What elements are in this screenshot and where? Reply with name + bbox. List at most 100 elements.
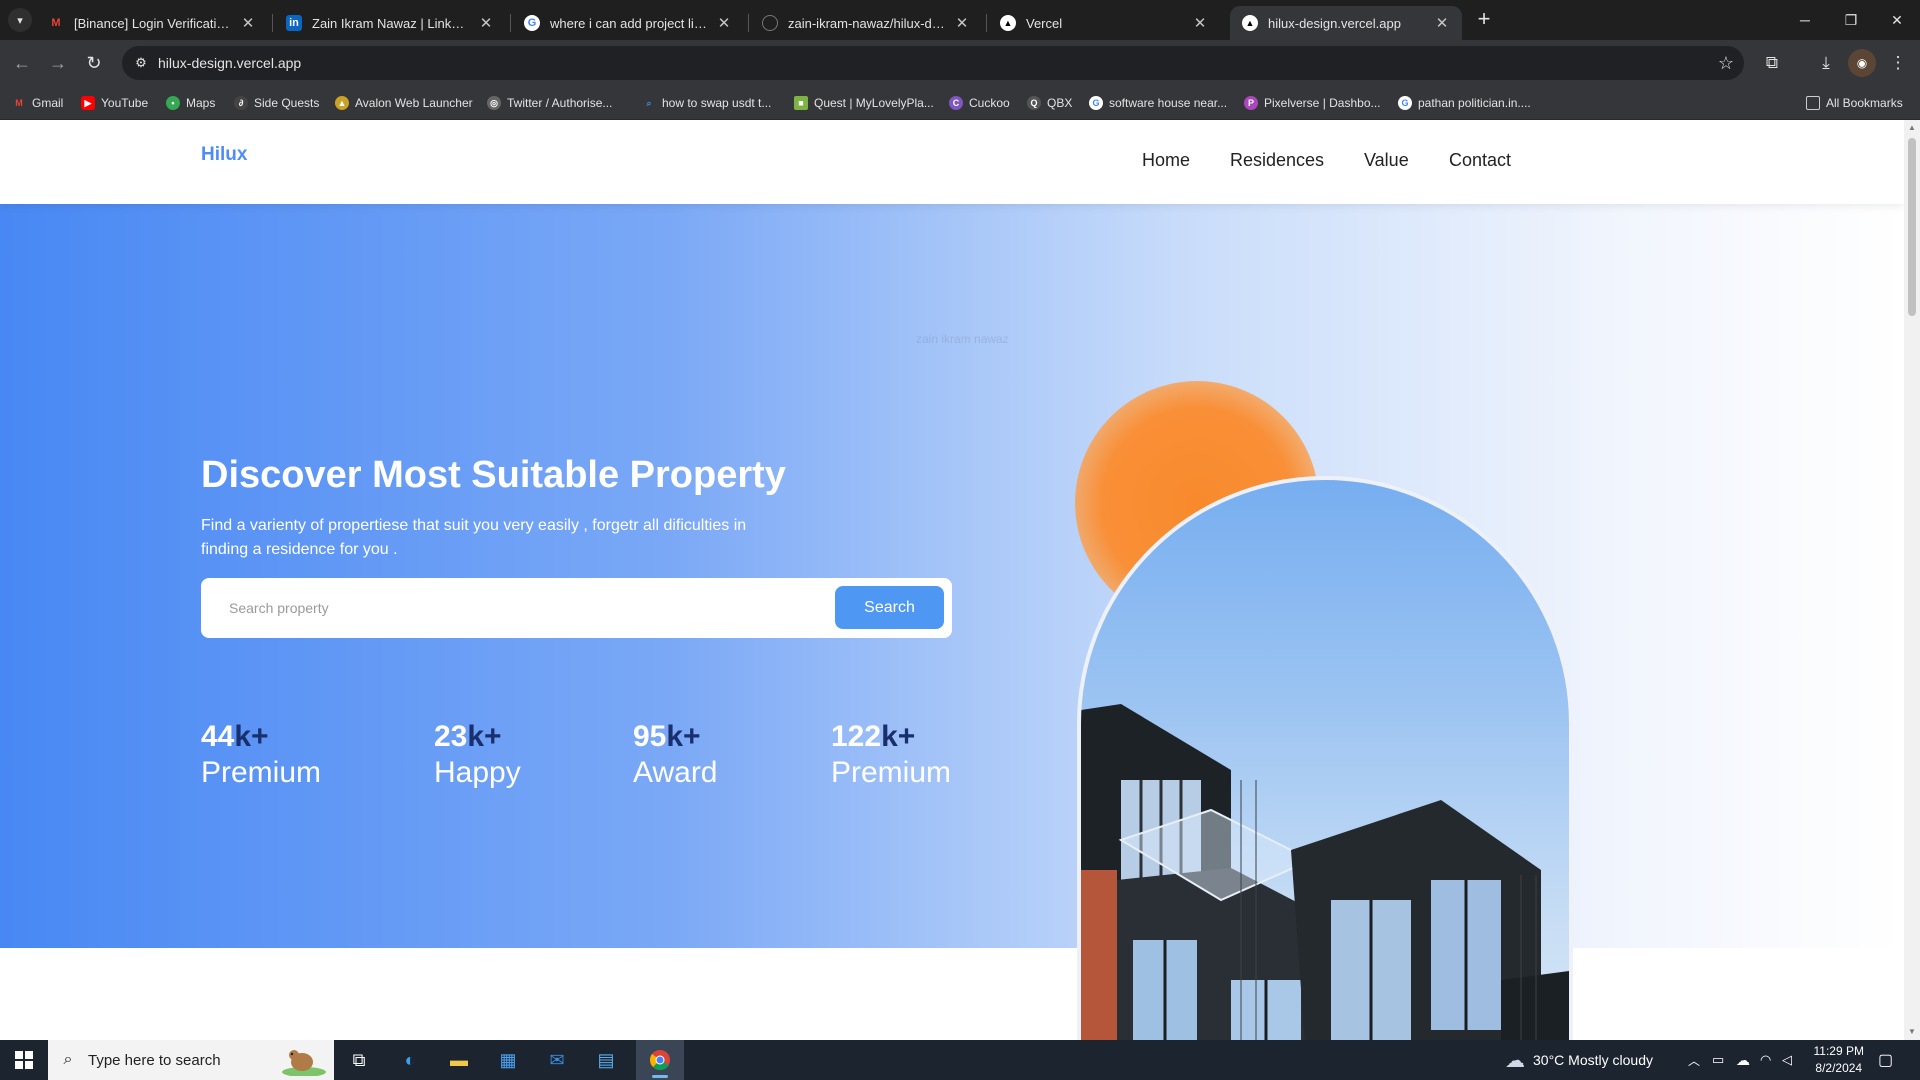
building-illustration (1081, 704, 1569, 1040)
search-property-input[interactable] (219, 588, 799, 628)
scroll-down-arrow-icon[interactable]: ▼ (1904, 1024, 1920, 1040)
app-icon[interactable]: ▤ (582, 1040, 630, 1080)
nav-contact[interactable]: Contact (1449, 150, 1511, 171)
browser-tab[interactable]: M [Binance] Login Verification - 20 ✕ (36, 6, 268, 40)
pixelverse-icon: P (1244, 96, 1258, 110)
windows-start-icon[interactable] (0, 1040, 48, 1080)
weather-text: 30°C Mostly cloudy (1533, 1052, 1653, 1068)
search-icon: ⌕ (646, 97, 652, 108)
menu-kebab-icon[interactable]: ⋮ (1884, 49, 1912, 77)
scroll-up-arrow-icon[interactable]: ▲ (1904, 120, 1920, 136)
close-icon[interactable]: ✕ (1192, 14, 1208, 32)
onedrive-icon[interactable]: ☁ (1736, 1040, 1750, 1080)
search-bar: Search (201, 578, 952, 638)
close-icon[interactable]: ✕ (954, 14, 970, 32)
bookmark-maps[interactable]: • Maps (166, 86, 215, 120)
clock-time: 11:29 PM (1813, 1044, 1864, 1058)
nav-value[interactable]: Value (1364, 150, 1409, 171)
bookmark-label: Avalon Web Launcher (355, 96, 473, 110)
hero-section: zain ikram nawaz Discover Most Suitable … (0, 204, 1904, 1040)
chrome-icon[interactable] (636, 1040, 684, 1080)
search-button[interactable]: Search (835, 586, 944, 629)
network-icon[interactable]: ◠ (1760, 1040, 1771, 1080)
close-window-button[interactable]: ✕ (1874, 6, 1920, 34)
page-scrollbar[interactable]: ▲ ▼ (1904, 120, 1920, 1040)
google-icon: G (1398, 96, 1412, 110)
bookmark-quest[interactable]: ■ Quest | MyLovelyPla... (794, 86, 934, 120)
bookmark-star-icon[interactable]: ☆ (1718, 50, 1734, 76)
mail-icon[interactable]: ✉ (533, 1040, 581, 1080)
nav-residences[interactable]: Residences (1230, 150, 1324, 171)
bookmark-swap[interactable]: ⌕ how to swap usdt t... (642, 86, 771, 120)
bookmark-label: Maps (186, 96, 216, 110)
browser-tab-active[interactable]: ▲ hilux-design.vercel.app ✕ (1230, 6, 1462, 40)
site-logo[interactable]: Hilux (201, 144, 247, 166)
nav-home[interactable]: Home (1142, 150, 1190, 171)
meet-now-icon[interactable]: ▭ (1712, 1040, 1724, 1080)
tab-strip: ▾ M [Binance] Login Verification - 20 ✕ … (0, 0, 1920, 40)
tray-chevron-icon[interactable]: ︿ (1688, 1040, 1700, 1080)
bookmark-label: software house near... (1109, 96, 1228, 110)
browser-toolbar: ← → ↻ ⚙ hilux-design.vercel.app ☆ ⧉ ⤓ ◉ … (0, 40, 1920, 86)
back-arrow-icon[interactable]: ← (8, 49, 36, 77)
site-header: Hilux Home Residences Value Contact (0, 120, 1904, 204)
minimize-button[interactable]: ─ (1782, 6, 1828, 34)
stat-label: Premium (831, 756, 952, 789)
task-view-icon[interactable]: ⧉ (335, 1040, 383, 1080)
stat-award: 95k+ Award (633, 720, 718, 790)
stat-premium-2: 122k+ Premium (831, 720, 951, 790)
google-icon: G (1089, 96, 1103, 110)
file-explorer-icon[interactable]: ▬ (435, 1040, 483, 1080)
close-icon[interactable]: ✕ (240, 14, 256, 32)
bookmark-label: Side Quests (254, 96, 320, 110)
all-bookmarks[interactable]: All Bookmarks (1806, 86, 1903, 120)
bookmark-qbx[interactable]: Q QBX (1027, 86, 1072, 120)
url-text[interactable]: hilux-design.vercel.app (158, 46, 301, 80)
bookmark-cuckoo[interactable]: C Cuckoo (949, 86, 1010, 120)
bookmark-side-quests[interactable]: ∂ Side Quests (234, 86, 319, 120)
volume-icon[interactable]: ◁ (1782, 1040, 1792, 1080)
restore-button[interactable]: ❐ (1828, 6, 1874, 34)
tab-divider (748, 14, 749, 32)
notifications-icon[interactable]: ▢ (1878, 1040, 1893, 1080)
download-icon[interactable]: ⤓ (1812, 49, 1840, 77)
taskbar-search-box[interactable]: ⌕ Type here to search (48, 1040, 334, 1080)
qbx-icon: Q (1027, 96, 1041, 110)
bookmark-avalon[interactable]: ▲ Avalon Web Launcher (335, 86, 473, 120)
close-icon[interactable]: ✕ (478, 14, 494, 32)
address-bar[interactable]: ⚙ hilux-design.vercel.app ☆ (122, 46, 1744, 80)
bookmark-twitter[interactable]: ◎ Twitter / Authorise... (487, 86, 612, 120)
browser-tab[interactable]: zain-ikram-nawaz/hilux-design ✕ (750, 6, 982, 40)
bookmark-software-house[interactable]: Gsoftware house near... (1089, 86, 1227, 120)
bookmark-youtube[interactable]: ▶ YouTube (81, 86, 148, 120)
extensions-icon[interactable]: ⧉ (1758, 49, 1786, 77)
browser-tab[interactable]: G where i can add project linkedin ✕ (512, 6, 744, 40)
search-icon: ⌕ (63, 1051, 73, 1068)
close-icon[interactable]: ✕ (716, 14, 732, 32)
bookmark-label: QBX (1047, 96, 1073, 110)
scrollbar-thumb[interactable] (1908, 138, 1916, 316)
site-settings-icon[interactable]: ⚙ (130, 52, 152, 74)
edge-icon[interactable]: ◐ (386, 1040, 434, 1080)
taskbar-search-placeholder: Type here to search (88, 1051, 221, 1069)
store-icon[interactable]: ▦ (484, 1040, 532, 1080)
forward-arrow-icon[interactable]: → (44, 49, 72, 77)
bookmark-pathan[interactable]: Gpathan politician.in.... (1398, 86, 1531, 120)
youtube-icon: ▶ (81, 96, 95, 110)
stat-label: Premium (201, 756, 322, 789)
system-clock[interactable]: 11:29 PM 8/2/2024 (1814, 1043, 1864, 1077)
bookmark-label: Pixelverse | Dashbo... (1264, 96, 1381, 110)
bookmark-gmail[interactable]: M Gmail (12, 86, 63, 120)
new-tab-button[interactable]: + (1472, 8, 1496, 32)
browser-tab[interactable]: ▲ Vercel ✕ (988, 6, 1220, 40)
browser-tab[interactable]: in Zain Ikram Nawaz | LinkedIn ✕ (274, 6, 506, 40)
tab-title: where i can add project linkedin (550, 15, 708, 31)
profile-avatar[interactable]: ◉ (1848, 49, 1876, 77)
weather-widget[interactable]: ☁ 30°C Mostly cloudy (1505, 1040, 1653, 1080)
bookmark-pixelverse[interactable]: P Pixelverse | Dashbo... (1244, 86, 1381, 120)
close-icon[interactable]: ✕ (1434, 14, 1450, 32)
reload-icon[interactable]: ↻ (80, 49, 108, 77)
vercel-icon: ▲ (1000, 15, 1016, 31)
tab-search-button[interactable]: ▾ (8, 8, 32, 32)
maps-icon: • (166, 96, 180, 110)
